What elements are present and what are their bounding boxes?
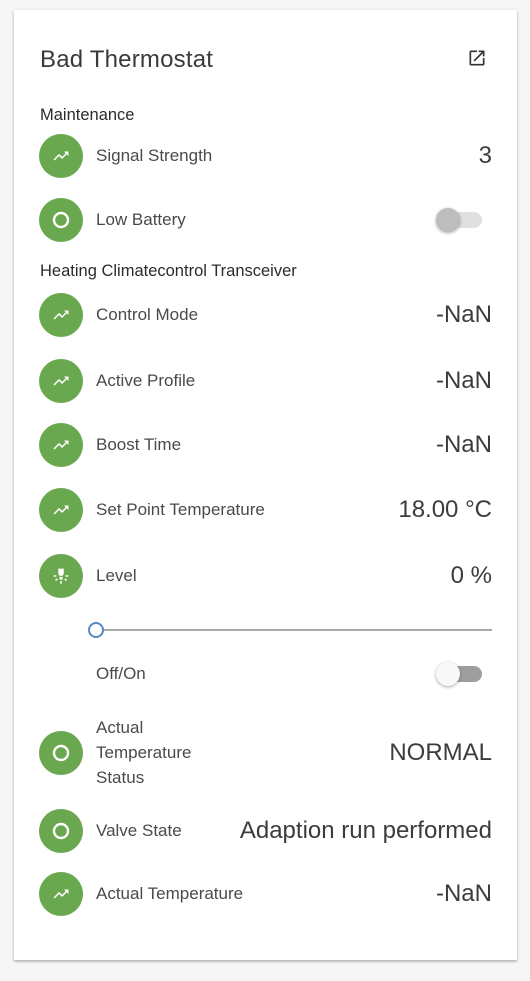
- level-slider-track[interactable]: [96, 629, 492, 631]
- actual-temperature-status-value: NORMAL: [389, 739, 492, 766]
- card-title: Bad Thermostat: [40, 46, 214, 73]
- off-on-label: Off/On: [96, 664, 146, 683]
- circle-icon: [39, 809, 83, 853]
- boost-time-label: Boost Time: [96, 435, 182, 454]
- trend-icon: [39, 423, 83, 467]
- off-on-toggle-knob[interactable]: [436, 662, 460, 686]
- level-slider-thumb[interactable]: [88, 622, 104, 638]
- section-title-maintenance: Maintenance: [40, 106, 135, 124]
- level-value: 0 %: [450, 562, 492, 589]
- open-in-new-icon[interactable]: [467, 48, 487, 68]
- set-point-temperature-value: 18.00 °C: [398, 496, 492, 523]
- trend-icon: [39, 134, 83, 178]
- control-mode-value: -NaN: [435, 301, 492, 328]
- boost-time-value: -NaN: [435, 431, 492, 458]
- low-battery-toggle-knob[interactable]: [436, 208, 460, 232]
- signal-strength-label: Signal Strength: [96, 146, 213, 165]
- active-profile-value: -NaN: [435, 367, 492, 394]
- signal-strength-value: 3: [478, 142, 492, 169]
- actual-temperature-label: Actual Temperature: [96, 884, 244, 903]
- trend-icon: [39, 293, 83, 337]
- circle-icon: [39, 198, 83, 242]
- trend-icon: [39, 488, 83, 532]
- entity-card: Bad Thermostat Maintenance Signal Streng…: [14, 10, 517, 960]
- circle-icon: [39, 731, 83, 775]
- actual-temperature-status-label: Actual Temperature Status: [96, 718, 192, 787]
- trend-icon: [39, 359, 83, 403]
- level-label: Level: [96, 566, 137, 585]
- lightbulb-icon: [39, 554, 83, 598]
- actual-temperature-value: -NaN: [435, 880, 492, 907]
- low-battery-label: Low Battery: [96, 210, 186, 229]
- set-point-temperature-label: Set Point Temperature: [96, 500, 265, 519]
- valve-state-value: Adaption run performed: [239, 817, 492, 844]
- control-mode-label: Control Mode: [96, 305, 199, 324]
- trend-icon: [39, 872, 83, 916]
- active-profile-label: Active Profile: [96, 371, 196, 390]
- valve-state-label: Valve State: [96, 821, 182, 840]
- section-title-heating: Heating Climatecontrol Transceiver: [40, 262, 297, 280]
